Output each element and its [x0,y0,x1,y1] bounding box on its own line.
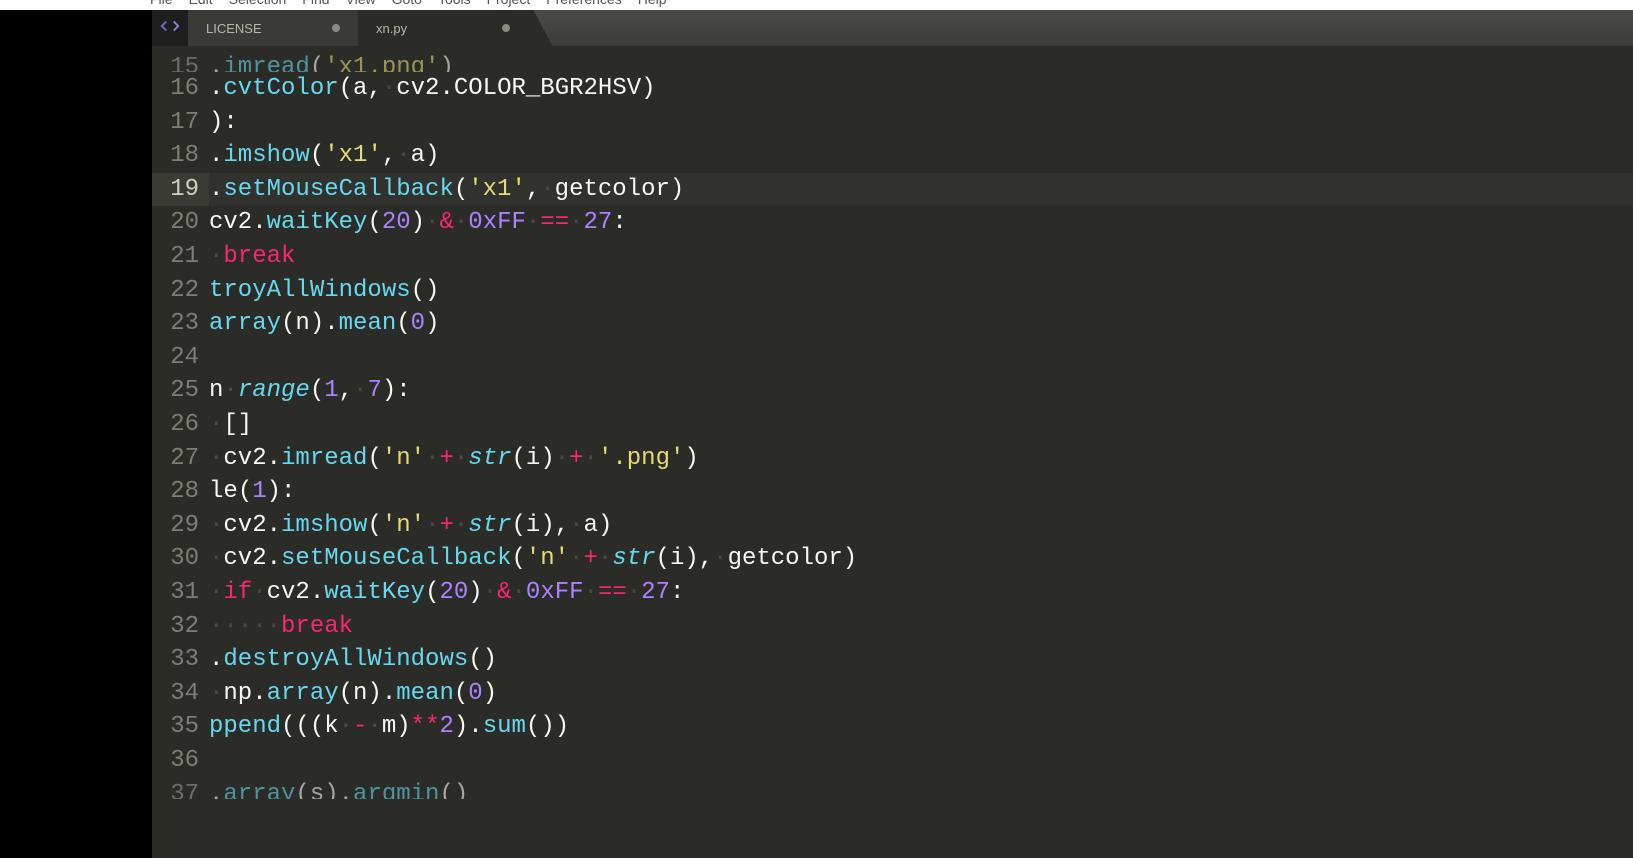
line-number: 25 [152,374,209,408]
code-line[interactable]: .imshow('x1',·a) [209,139,1633,173]
code-line[interactable]: array(n).mean(0) [209,307,1633,341]
gutter: 1516171819202122232425262728293031323334… [152,46,209,858]
code-line[interactable]: .array(s).argmin() [209,777,1633,799]
code-line[interactable]: cv2.waitKey(20)·&·0xFF·==·27: [209,206,1633,240]
body-row: LICENSE xn.py 15161718192021222324252627… [0,10,1633,858]
line-number: 26 [152,408,209,442]
code-content[interactable]: .imread('x1.png').cvtColor(a,·cv2.COLOR_… [209,46,1633,858]
editor-column: LICENSE xn.py 15161718192021222324252627… [152,10,1633,858]
code-line[interactable]: ·cv2.imshow('n'·+·str(i),·a) [209,509,1633,543]
line-number: 16 [152,72,209,106]
line-number: 21 [152,240,209,274]
line-number: 32 [152,610,209,644]
line-number: 31 [152,576,209,610]
tab-prev-icon[interactable] [160,19,169,37]
line-number: 18 [152,139,209,173]
line-number: 27 [152,442,209,476]
code-line[interactable]: ): [209,106,1633,140]
line-number: 33 [152,643,209,677]
tab-bar: LICENSE xn.py [152,10,1633,46]
code-line[interactable]: .cvtColor(a,·cv2.COLOR_BGR2HSV) [209,72,1633,106]
line-number: 36 [152,744,209,778]
app-window: File Edit Selection Find View Goto Tools… [0,0,1633,858]
code-line[interactable]: ·····break [209,610,1633,644]
dirty-dot-icon [502,24,510,32]
code-line[interactable]: ·np.array(n).mean(0) [209,677,1633,711]
code-line[interactable]: ·cv2.imread('n'·+·str(i)·+·'.png') [209,442,1633,476]
code-line[interactable] [209,341,1633,375]
code-area[interactable]: 1516171819202122232425262728293031323334… [152,46,1633,858]
line-number: 29 [152,509,209,543]
line-number: 34 [152,677,209,711]
code-line[interactable]: .imread('x1.png') [209,50,1633,72]
tab-label: xn.py [376,21,407,36]
code-line[interactable]: ·if·cv2.waitKey(20)·&·0xFF·==·27: [209,576,1633,610]
line-number: 15 [152,50,209,72]
line-number: 20 [152,206,209,240]
left-spacer [0,10,152,858]
line-number: 17 [152,106,209,140]
code-line[interactable]: ·[] [209,408,1633,442]
tab-bar-empty [528,10,1633,46]
tab-label: LICENSE [206,21,262,36]
code-line[interactable]: .destroyAllWindows() [209,643,1633,677]
line-number: 23 [152,307,209,341]
code-line[interactable]: troyAllWindows() [209,274,1633,308]
line-number: 24 [152,341,209,375]
tab-nav-arrows [152,10,188,46]
line-number: 22 [152,274,209,308]
code-line[interactable]: ·cv2.setMouseCallback('n'·+·str(i),·getc… [209,542,1633,576]
line-number: 30 [152,542,209,576]
tab-xn-py[interactable]: xn.py [358,10,528,46]
dirty-dot-icon [332,24,340,32]
line-number: 35 [152,710,209,744]
line-number: 19 [152,173,209,207]
line-number: 28 [152,475,209,509]
code-line[interactable]: ·break [209,240,1633,274]
line-number: 37 [152,777,209,799]
menu-bar: File Edit Selection Find View Goto Tools… [0,0,1633,10]
tab-license[interactable]: LICENSE [188,10,358,46]
code-line[interactable]: n·range(1,·7): [209,374,1633,408]
code-line[interactable]: le(1): [209,475,1633,509]
tab-next-icon[interactable] [171,19,180,37]
code-line[interactable]: ppend(((k·-·m)**2).sum()) [209,710,1633,744]
code-line[interactable] [209,744,1633,778]
code-line[interactable]: .setMouseCallback('x1',·getcolor) [209,173,1633,207]
